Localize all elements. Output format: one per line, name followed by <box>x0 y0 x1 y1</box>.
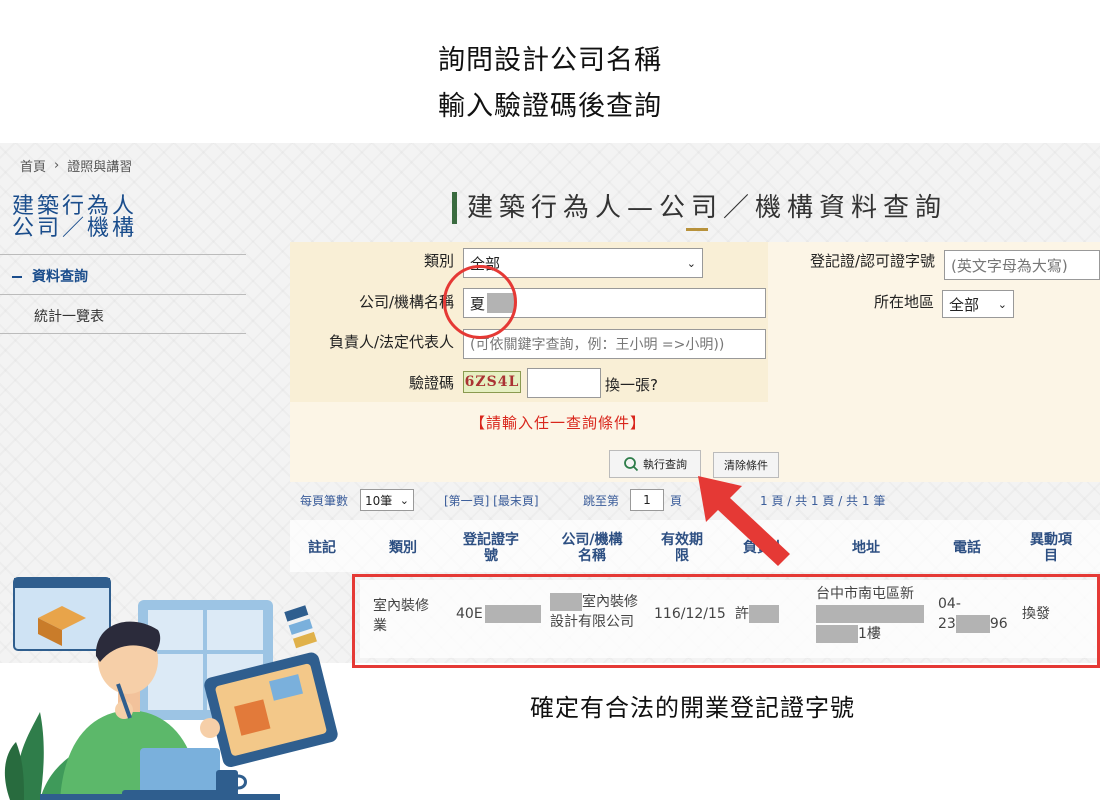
chevron-right-icon: › <box>54 158 60 173</box>
th-company-name: 公司/機構 名稱 <box>552 532 632 564</box>
title-accent-bar <box>686 228 708 231</box>
jump-unit: 頁 <box>670 494 683 508</box>
captcha-image: 6ZS4L <box>463 371 521 393</box>
caption-line-2: 輸入驗證碼後查詢 <box>438 91 662 122</box>
breadcrumb: 首頁 › 證照與講習 <box>20 156 132 175</box>
caption-line-1: 詢問設計公司名稱 <box>438 45 662 76</box>
search-icon <box>624 457 639 472</box>
captcha-refresh-link[interactable]: 換一張? <box>605 374 658 395</box>
search-button-label: 執行查詢 <box>643 458 687 471</box>
category-label: 類別 <box>423 252 454 270</box>
th-change: 異動項 目 <box>1022 532 1080 564</box>
sidebar-title: 建築行為人 公司／機構 <box>12 196 252 240</box>
th-name-line-1: 公司/機構 <box>561 532 623 548</box>
sidebar-item-statistics[interactable]: 統計一覽表 <box>34 306 104 326</box>
jump-page-input[interactable]: 1 <box>630 489 664 511</box>
designer-illustration <box>4 577 338 800</box>
sidebar-divider <box>0 333 246 334</box>
th-license: 登記證字 號 <box>458 532 524 564</box>
sidebar-divider <box>0 294 246 295</box>
sidebar-title-line-1: 建築行為人 <box>12 194 138 219</box>
per-page-label: 每頁筆數 <box>300 494 349 508</box>
arrow-icon <box>698 476 790 566</box>
per-page-value: 10筆 <box>365 493 393 508</box>
th-license-line-1: 登記證字 <box>463 532 519 548</box>
company-label: 公司/機構名稱 <box>358 293 454 311</box>
caption-bottom: 確定有合法的開業登記證字號 <box>530 694 855 722</box>
search-button[interactable]: 執行查詢 <box>609 450 701 478</box>
region-select-value: 全部 <box>949 295 980 314</box>
region-select[interactable]: 全部 ⌄ <box>942 290 1014 318</box>
highlight-box <box>352 574 1100 668</box>
sidebar-item-label: 資料查詢 <box>32 269 88 285</box>
highlight-circle <box>443 265 517 339</box>
chevron-down-icon: ⌄ <box>686 256 696 270</box>
th-note: 註記 <box>308 540 336 556</box>
page-title: 建築行為人—公司／機構資料查詢 <box>452 192 947 224</box>
th-name-line-2: 名稱 <box>578 548 606 564</box>
captcha-label: 驗證碼 <box>408 374 454 392</box>
sidebar-title-line-2: 公司／機構 <box>12 216 138 241</box>
owner-input[interactable]: (可依關鍵字查詢，例：王小明 =>小明)) <box>463 329 766 359</box>
sidebar-divider <box>0 254 246 255</box>
per-page-select[interactable]: 10筆 ⌄ <box>360 489 414 511</box>
th-license-line-2: 號 <box>484 548 498 564</box>
th-change-line-2: 目 <box>1044 548 1058 564</box>
th-phone: 電話 <box>953 540 981 556</box>
owner-label: 負責人/法定代表人 <box>328 333 454 351</box>
breadcrumb-home[interactable]: 首頁 <box>20 156 46 175</box>
captcha-input[interactable] <box>527 368 601 398</box>
jump-label: 跳至第 <box>583 494 620 508</box>
th-change-line-1: 異動項 <box>1030 532 1072 548</box>
region-label: 所在地區 <box>873 293 934 311</box>
th-address: 地址 <box>852 540 880 556</box>
first-last-links[interactable]: [第一頁] [最末頁] <box>444 492 539 509</box>
breadcrumb-current[interactable]: 證照與講習 <box>67 156 132 175</box>
chevron-down-icon: ⌄ <box>997 297 1007 311</box>
chevron-down-icon: ⌄ <box>399 493 409 507</box>
th-type: 類別 <box>389 540 417 556</box>
warning-text: 【請輸入任一查詢條件】 <box>470 414 647 432</box>
license-input[interactable]: (英文字母為大寫) <box>944 250 1100 280</box>
sidebar-item-data-query[interactable]: 資料查詢 <box>12 266 88 286</box>
dash-icon <box>12 276 22 278</box>
license-label: 登記證/認可證字號 <box>809 252 935 270</box>
